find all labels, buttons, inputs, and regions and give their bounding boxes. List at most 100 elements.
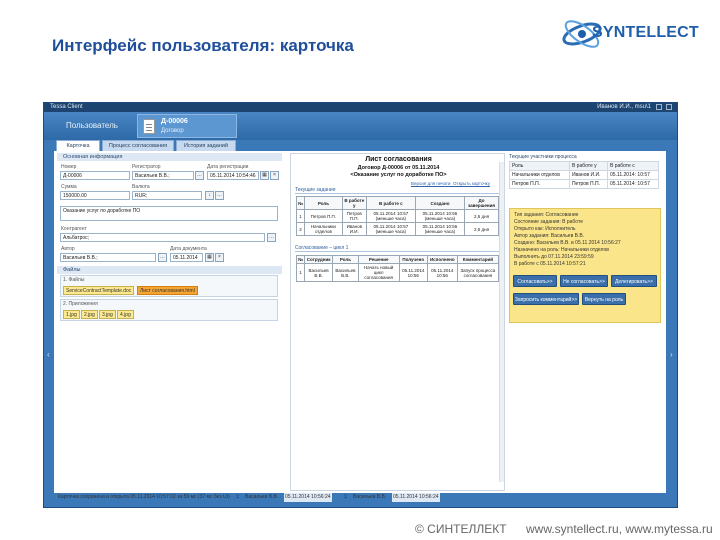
task-line: Состояние задания: В работе [514, 219, 583, 225]
return-to-role-button[interactable]: Вернуть на роль [582, 293, 626, 305]
current-tasks-table: № Роль В работе у В работе с Создано До … [295, 196, 499, 236]
doc-date-field[interactable]: 05.11.2014 [170, 253, 203, 262]
status-text: Карточка сохранена и открыта 05.11.2014 … [58, 494, 230, 500]
file-service-contract[interactable]: ServiceContractTemplate.doc [63, 286, 135, 295]
open-card-tile[interactable]: Д-00006 Договор [137, 114, 237, 138]
author-label: Автор [61, 246, 75, 252]
reject-button[interactable]: Не согласовать>> [560, 275, 608, 287]
table-cell: Петров П.П. [509, 179, 570, 189]
author-field[interactable]: Васильев В.В.; [60, 253, 156, 262]
table-header-row: № Сотрудник Роль Решение Получено Исполн… [295, 255, 500, 264]
attachment-4[interactable]: 4.jpg [117, 310, 134, 319]
table-cell: 2 [295, 222, 306, 236]
table-cell: Петров П.П. [304, 209, 343, 223]
card-type: Договор [161, 128, 184, 134]
table-row: 1 Васильев В.В. Васильев В.В. Начать нов… [295, 263, 500, 282]
table-row[interactable]: Начальники отделов Иванов И.И. 05.11.201… [509, 170, 660, 180]
table-cell: 05.11.2014 10:56 [426, 263, 458, 282]
status-bar: Карточка сохранена и открыта 05.11.2014 … [58, 493, 666, 502]
document-icon [143, 119, 155, 134]
table-cell: Начальники отделов [304, 222, 343, 236]
left-arrow-icon[interactable]: ‹ [47, 350, 51, 360]
open-card-link[interactable]: Открыть карточку [453, 181, 490, 186]
status-time-2: 05.11.2014 10:56:24 [392, 493, 440, 502]
tab-task-history[interactable]: История заданий [176, 140, 236, 151]
user-menu[interactable]: Пользователь [66, 121, 118, 130]
right-arrow-icon[interactable]: › [670, 350, 674, 360]
table-row[interactable]: Петров П.П. Петров П.П. 05.11.2014: 10:5… [509, 179, 660, 189]
sheet-title: Лист согласования [365, 156, 432, 163]
col-received: Получено [398, 255, 428, 264]
col-performer: В работе у [568, 161, 608, 171]
col-role: Роль [304, 196, 343, 210]
col-decision: Решение [357, 255, 400, 264]
registrar-label: Регистратор [132, 164, 161, 170]
doc-date-clear-icon[interactable]: × [215, 253, 224, 262]
task-line: Выполнить до 07.11.2014 23:59:59 [514, 254, 594, 260]
section-files: Файлы [57, 266, 282, 274]
attachments-group-label: 2. Приложения [63, 301, 98, 307]
table-header-row: № Роль В работе у В работе с Создано До … [295, 196, 499, 210]
table-cell: Начальники отделов [509, 170, 570, 180]
table-row: 1 Петров П.П. Петров П.П. 05.11.2014 10:… [295, 209, 499, 223]
table-cell: 1 [295, 263, 306, 282]
tab-card[interactable]: Карточка [56, 140, 100, 151]
task-line: Автор задания: Васильев В.В. [514, 233, 585, 239]
currency-select-button[interactable]: … [215, 191, 224, 200]
approval-sheet: Лист согласования Договор Д-00006 от 05.… [290, 153, 505, 491]
approve-button[interactable]: Согласовать>> [513, 275, 557, 287]
participants-label: Текущие участники процесса [509, 154, 577, 160]
col-in-work-since: В работе с [365, 196, 416, 210]
task-line: Тип задания: Согласование [514, 212, 579, 218]
slide: Интерфейс пользователя: карточка SYNTELL… [0, 0, 720, 540]
table-cell: 05.11.2014 10:56 (меньше часа) [414, 222, 466, 236]
reg-date-field[interactable]: 05.11.2014 10:54:46 [207, 171, 259, 180]
number-field[interactable]: Д-00006 [60, 171, 130, 180]
maximize-icon[interactable] [656, 104, 662, 110]
currency-down-icon[interactable]: ↓ [205, 191, 214, 200]
task-line: Создано: Васильев В.В. в 05.11.2014 10:5… [514, 240, 621, 246]
registrar-field[interactable]: Васильев В.В.; [132, 171, 194, 180]
contractor-field[interactable]: Альбатрос; [60, 233, 265, 242]
table-cell: Петров П.П. [341, 209, 367, 223]
table-cell: 05.11.2014 10:56 [398, 263, 428, 282]
number-label: Номер [61, 164, 77, 170]
table-cell: Васильев В.В. [304, 263, 334, 282]
author-select-button[interactable]: … [158, 253, 167, 262]
table-cell: 05.11.2014 10:57 (меньше часа) [365, 209, 416, 223]
clear-icon[interactable]: × [270, 171, 279, 180]
attachment-3[interactable]: 3.jpg [99, 310, 116, 319]
col-created: Создано [414, 196, 466, 210]
window-body: ‹ › Карточка Процесс согласования Истори… [44, 140, 677, 507]
participants-table: Роль В работе у В работе с Начальники от… [509, 161, 660, 189]
doc-date-calendar-icon[interactable]: ▦ [205, 253, 214, 262]
delegate-button[interactable]: Делегировать>> [611, 275, 657, 287]
print-version-link[interactable]: Версия для печати [411, 181, 451, 186]
attachment-1[interactable]: 1.jpg [63, 310, 80, 319]
table-cell: 05.11.2014 10:57 (меньше часа) [365, 222, 416, 236]
sheet-scrollbar[interactable] [499, 162, 504, 482]
footer-copyright: © СИНТЕЛЛЕКТ [415, 522, 507, 536]
titlebar-user: Иванов И.И., msu\1 [597, 104, 651, 110]
table-cell: 2,5 дня [464, 222, 499, 236]
currency-field[interactable]: RUR; [132, 191, 202, 200]
attachment-2[interactable]: 2.jpg [81, 310, 98, 319]
footer-urls: www.syntellect.ru, www.mytessa.ru [526, 522, 713, 536]
contractor-select-button[interactable]: … [267, 233, 276, 242]
sum-field[interactable]: 150000.00 [60, 191, 130, 200]
col-since: В работе с [606, 161, 660, 171]
cycle-table: № Сотрудник Роль Решение Получено Исполн… [295, 255, 500, 282]
table-cell: Петров П.П. [568, 179, 608, 189]
reg-date-label: Дата регистрации [207, 164, 249, 170]
task-line: В работе с 05.11.2014 10:57:21 [514, 261, 586, 267]
subject-field[interactable]: Оказание услуг по доработке ПО [60, 206, 278, 221]
registrar-select-button[interactable]: … [195, 171, 204, 180]
tab-approval-process[interactable]: Процесс согласования [102, 140, 174, 151]
request-comment-button[interactable]: Запросить комментарий>> [513, 293, 579, 305]
calendar-icon[interactable]: ▦ [260, 171, 269, 180]
status-label-2: 1: [344, 494, 349, 500]
close-icon[interactable] [666, 104, 672, 110]
sheet-links: Версия для печати Открыть карточку [411, 181, 490, 186]
col-performer: В работе у [341, 196, 367, 210]
file-approval-sheet[interactable]: Лист согласования.html [137, 286, 198, 295]
